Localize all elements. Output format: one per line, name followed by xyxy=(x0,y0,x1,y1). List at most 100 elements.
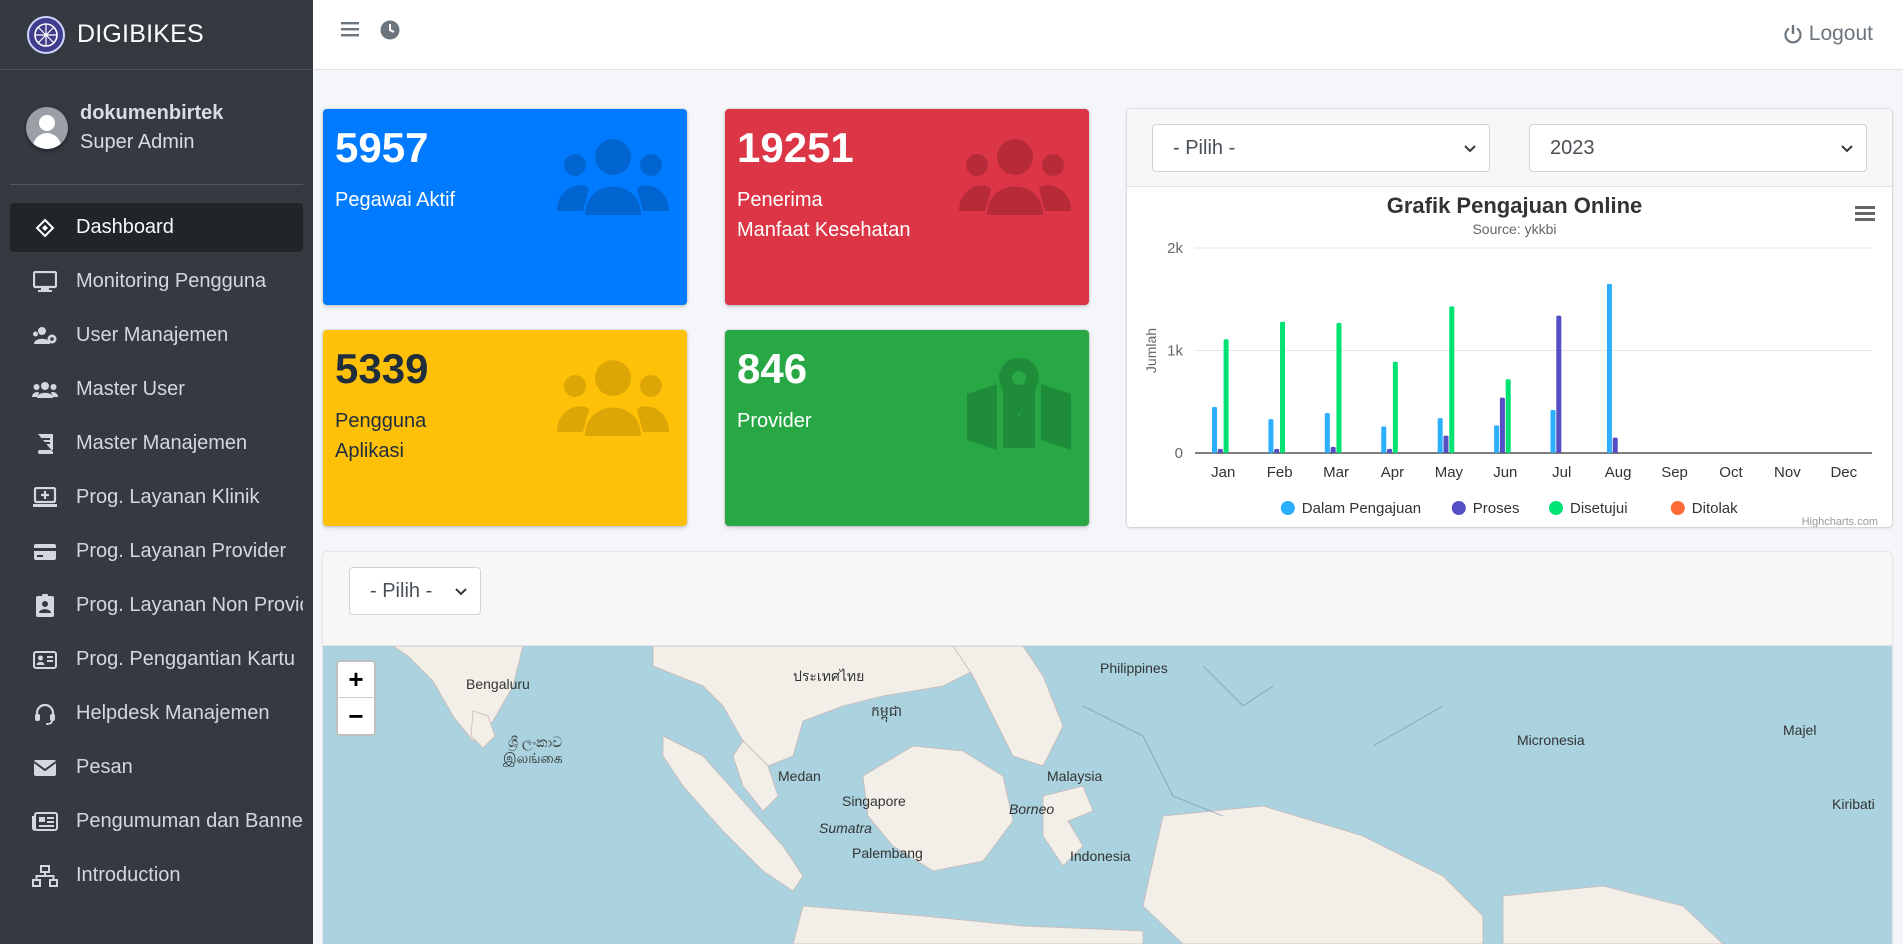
newspaper-icon xyxy=(32,809,58,835)
map-label: ประเทศไทย xyxy=(793,668,865,684)
x-tick-label: Jan xyxy=(1211,464,1235,481)
users-icon xyxy=(557,137,669,222)
sidebar-item-pengumuman-dan-banner[interactable]: Pengumuman dan Banner xyxy=(10,797,303,846)
logout-label: Logout xyxy=(1808,22,1873,45)
stat-box-pengguna-aplikasi[interactable]: 5339 Pengguna Aplikasi xyxy=(323,330,687,526)
sidebar: DIGIBIKES dokumenbirtek Super Admin Dash… xyxy=(0,0,313,944)
clinic-icon xyxy=(32,485,58,511)
x-tick-label: Sep xyxy=(1661,464,1688,481)
bar-dalam-pengajuan xyxy=(1437,418,1443,453)
hamburger-menu-icon[interactable] xyxy=(341,20,361,40)
bar-dalam-pengajuan xyxy=(1324,413,1330,453)
bar-disetujui xyxy=(1223,339,1229,453)
sidebar-nav: Dashboard Monitoring Pengguna User Manaj… xyxy=(0,185,313,900)
sidebar-item-master-manajemen[interactable]: Master Manajemen xyxy=(10,419,303,468)
map-filters: - Pilih - xyxy=(323,552,1892,646)
map-zoom-control: + − xyxy=(336,660,376,736)
map-view[interactable]: + − Bengaluru ශ්‍රී ලංකාව இலங்கை ประเทศไ… xyxy=(323,646,1892,944)
user-panel[interactable]: dokumenbirtek Super Admin xyxy=(0,70,313,185)
y-axis-label: Jumlah xyxy=(1143,328,1159,373)
bar-proses xyxy=(1612,437,1618,453)
map-label: Micronesia xyxy=(1517,732,1585,748)
map-filter-select[interactable]: - Pilih - xyxy=(349,567,481,615)
stat-box-penerima-manfaat[interactable]: 19251 Penerima Manfaat Kesehatan xyxy=(725,109,1089,305)
sidebar-item-user-manajemen[interactable]: User Manajemen xyxy=(10,311,303,360)
bar-disetujui xyxy=(1505,379,1511,453)
book-icon xyxy=(32,431,58,457)
brand-logo-icon xyxy=(27,15,65,54)
sidebar-item-label: Master Manajemen xyxy=(76,432,248,454)
sidebar-item-label: Introduction xyxy=(76,864,181,886)
year-select[interactable]: 2023 xyxy=(1529,124,1867,172)
zoom-in-button[interactable]: + xyxy=(338,662,374,698)
clock-icon[interactable] xyxy=(380,20,400,45)
year-select-value: 2023 xyxy=(1550,136,1595,159)
y-tick-label: 0 xyxy=(1175,445,1183,462)
users-cog-icon xyxy=(32,323,58,349)
bar-proses xyxy=(1387,448,1393,453)
sidebar-item-label: Master User xyxy=(76,378,185,400)
legend-item: Ditolak xyxy=(1692,500,1738,517)
chevron-down-icon xyxy=(1464,145,1476,153)
bar-proses xyxy=(1274,448,1280,453)
chart-credits: Highcharts.com xyxy=(1802,516,1878,527)
bar-proses xyxy=(1330,446,1336,453)
headset-icon xyxy=(32,701,58,727)
sidebar-item-label: Prog. Layanan Provider xyxy=(76,540,287,562)
x-tick-label: Aug xyxy=(1605,464,1632,481)
sidebar-item-prog-layanan-klinik[interactable]: Prog. Layanan Klinik xyxy=(10,473,303,522)
bar-dalam-pengajuan xyxy=(1606,283,1612,453)
sidebar-item-prog-layanan-provider[interactable]: Prog. Layanan Provider xyxy=(10,527,303,576)
credit-card-icon xyxy=(32,539,58,565)
sidebar-item-prog-layanan-non-provider[interactable]: Prog. Layanan Non Provider xyxy=(10,581,303,630)
map-filter-value: - Pilih - xyxy=(370,579,433,602)
avatar xyxy=(26,106,68,149)
sidebar-item-introduction[interactable]: Introduction xyxy=(10,851,303,900)
sidebar-item-label: Prog. Layanan Non Provider xyxy=(76,594,303,616)
id-badge-icon xyxy=(32,593,58,619)
sidebar-item-monitoring-pengguna[interactable]: Monitoring Pengguna xyxy=(10,257,303,306)
legend-item: Disetujui xyxy=(1570,500,1628,517)
legend-marker xyxy=(1549,501,1563,515)
x-tick-label: Feb xyxy=(1267,464,1293,481)
sidebar-item-label: Dashboard xyxy=(76,216,174,238)
chart-menu-icon[interactable] xyxy=(1855,206,1875,221)
bar-dalam-pengajuan xyxy=(1381,426,1387,453)
stat-box-pegawai-aktif[interactable]: 5957 Pegawai Aktif xyxy=(323,109,687,305)
sidebar-item-master-user[interactable]: Master User xyxy=(10,365,303,414)
legend-marker xyxy=(1451,501,1466,515)
envelope-icon xyxy=(32,755,58,781)
map-label: Palembang xyxy=(852,845,923,861)
map-label: Bengaluru xyxy=(466,676,530,692)
legend-marker xyxy=(1670,501,1685,515)
bar-dalam-pengajuan xyxy=(1494,425,1500,453)
map-label: இலங்கை xyxy=(503,750,563,766)
x-tick-label: May xyxy=(1435,464,1464,481)
month-select[interactable]: - Pilih - xyxy=(1152,124,1490,172)
sidebar-item-label: User Manajemen xyxy=(76,324,229,346)
map-label: Indonesia xyxy=(1070,848,1131,864)
map-label: Medan xyxy=(778,768,821,784)
bar-proses xyxy=(1556,315,1562,453)
sidebar-item-dashboard[interactable]: Dashboard xyxy=(10,203,303,252)
stat-box-provider[interactable]: 846 Provider xyxy=(725,330,1089,526)
zoom-out-button[interactable]: − xyxy=(338,698,374,734)
brand[interactable]: DIGIBIKES xyxy=(0,0,313,70)
x-tick-label: Mar xyxy=(1323,464,1349,481)
map-card: - Pilih - xyxy=(323,552,1892,944)
bar-dalam-pengajuan xyxy=(1212,406,1218,453)
x-tick-label: Nov xyxy=(1774,464,1801,481)
logout-button[interactable]: Logout xyxy=(1783,22,1873,46)
id-card-icon xyxy=(32,647,58,673)
sidebar-item-label: Prog. Penggantian Kartu xyxy=(76,648,296,670)
y-tick-label: 2k xyxy=(1167,240,1183,257)
chevron-down-icon xyxy=(455,588,467,596)
sidebar-item-helpdesk-manajemen[interactable]: Helpdesk Manajemen xyxy=(10,689,303,738)
legend-marker xyxy=(1280,501,1295,515)
sidebar-item-prog-penggantian-kartu[interactable]: Prog. Penggantian Kartu xyxy=(10,635,303,684)
user-role: Super Admin xyxy=(80,130,195,153)
legend-item: Proses xyxy=(1473,500,1520,517)
top-navbar: Logout xyxy=(313,0,1903,70)
map-land-shapes xyxy=(392,646,1724,944)
sidebar-item-pesan[interactable]: Pesan xyxy=(10,743,303,792)
